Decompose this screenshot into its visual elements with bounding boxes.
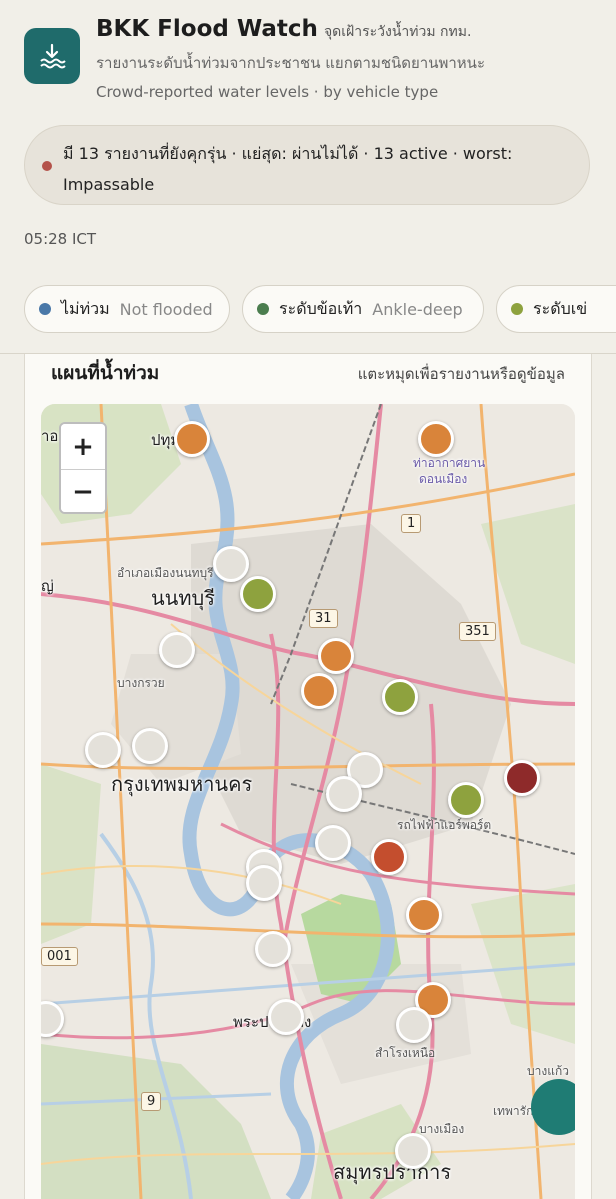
- map-title: แผนที่น้ำท่วม: [51, 362, 160, 384]
- current-time: 05:28 ICT: [24, 230, 97, 248]
- flood-pin-grey[interactable]: [268, 999, 304, 1035]
- flood-pin-green[interactable]: [240, 576, 276, 612]
- map-label-partial-top-left: าอ: [41, 427, 59, 445]
- highway-shield-351: 351: [459, 622, 496, 641]
- highway-shield-3001: 001: [41, 947, 78, 966]
- flood-pin-orange[interactable]: [174, 421, 210, 457]
- map-label-don-mueang: ดอนเมือง: [419, 472, 468, 486]
- filter-chip-knee-deep[interactable]: ระดับเข่: [496, 285, 616, 333]
- zoom-out-button[interactable]: −: [61, 469, 105, 512]
- flood-pin-grey[interactable]: [255, 931, 291, 967]
- flood-pin-grey[interactable]: [315, 825, 351, 861]
- flood-water-icon: [40, 43, 66, 69]
- map-label-bang-kaeo: บางแก้ว: [527, 1064, 569, 1078]
- status-text: มี 13 รายงานที่ยังคุกรุ่น · แย่สุด: ผ่าน…: [63, 144, 513, 194]
- highway-shield-9: 9: [141, 1092, 162, 1111]
- flood-pin-green[interactable]: [382, 679, 418, 715]
- filter-label-thai: ระดับเข่: [533, 298, 588, 318]
- map-label-samut-prakan: สมุทรปราการ: [333, 1160, 452, 1184]
- app-logo: [24, 28, 80, 84]
- status-dot: [42, 161, 52, 171]
- flood-pin-orange[interactable]: [406, 897, 442, 933]
- filter-label-english: Not flooded: [119, 299, 213, 319]
- map-label-samrong-nuea: สำโรงเหนือ: [375, 1046, 436, 1060]
- active-reports-status[interactable]: มี 13 รายงานที่ยังคุกรุ่น · แย่สุด: ผ่าน…: [24, 125, 590, 205]
- app-header: BKK Flood Watch จุดเฝ้าระวังน้ำท่วม กทม. …: [24, 14, 594, 104]
- app-title: BKK Flood Watch: [96, 16, 318, 42]
- filter-label-thai: ระดับข้อเท้า: [279, 298, 363, 318]
- flood-pin-red[interactable]: [371, 839, 407, 875]
- filter-chip-not-flooded[interactable]: ไม่ท่วม Not flooded: [24, 285, 230, 333]
- highway-shield-31: 31: [309, 609, 338, 628]
- map-label-amphoe-mueang: อำเภอเมืองนนทบุรี: [117, 566, 214, 580]
- flood-pin-grey[interactable]: [213, 546, 249, 582]
- flood-pin-grey[interactable]: [85, 732, 121, 768]
- map-hint: แตะหมุดเพื่อรายงานหรือดูข้อมูล: [357, 365, 565, 383]
- filter-label-english: Ankle-deep: [372, 299, 463, 319]
- app-subtitle-thai: รายงานระดับน้ำท่วมจากประชาชน แยกตามชนิดย…: [96, 54, 485, 72]
- zoom-control: + −: [59, 422, 107, 514]
- flood-pin-grey[interactable]: [395, 1133, 431, 1169]
- filter-label-thai: ไม่ท่วม: [61, 298, 110, 318]
- blue-dot-icon: [39, 303, 51, 315]
- flood-pin-darkred[interactable]: [504, 760, 540, 796]
- flood-pin-grey[interactable]: [132, 728, 168, 764]
- flood-pin-grey[interactable]: [396, 1007, 432, 1043]
- map-label-bang-mueang: บางเมือง: [419, 1122, 465, 1136]
- flood-pin-grey[interactable]: [159, 632, 195, 668]
- zoom-in-button[interactable]: +: [61, 424, 105, 469]
- flood-pin-green[interactable]: [448, 782, 484, 818]
- olive-dot-icon: [511, 303, 523, 315]
- app-subtitle-english: Crowd-reported water levels · by vehicle…: [96, 83, 439, 101]
- map-label-airport-rail-link: รถไฟฟ้าแอร์พอร์ต: [397, 818, 492, 832]
- flood-pin-orange[interactable]: [318, 638, 354, 674]
- app-title-thai: จุดเฝ้าระวังน้ำท่วม กทม.: [323, 24, 472, 40]
- highway-shield-1: 1: [401, 514, 422, 533]
- filter-chip-ankle-deep[interactable]: ระดับข้อเท้า Ankle-deep: [242, 285, 484, 333]
- map-label-partial-left: ญ่: [41, 577, 54, 595]
- map-base-layer: [41, 404, 575, 1199]
- flood-map-card: แผนที่น้ำท่วม แตะหมุดเพื่อรายงานหรือดูข้…: [24, 354, 592, 1199]
- flood-pin-orange[interactable]: [301, 673, 337, 709]
- flood-pin-orange[interactable]: [418, 421, 454, 457]
- map-label-bang-kruai: บางกรวย: [117, 676, 165, 690]
- flood-pin-grey[interactable]: [326, 776, 362, 812]
- map-label-nonthaburi: นนทบุรี: [151, 586, 215, 610]
- map-label-bangkok: กรุงเทพมหานคร: [111, 772, 253, 796]
- flood-map[interactable]: 1 31 351 9 001 ปทุมธานี ท่าอากาศยาน ดอนเ…: [41, 404, 575, 1199]
- flood-pin-grey[interactable]: [246, 865, 282, 901]
- water-level-filter-row: ไม่ท่วม Not flooded ระดับข้อเท้า Ankle-d…: [0, 285, 616, 337]
- green-dot-icon: [257, 303, 269, 315]
